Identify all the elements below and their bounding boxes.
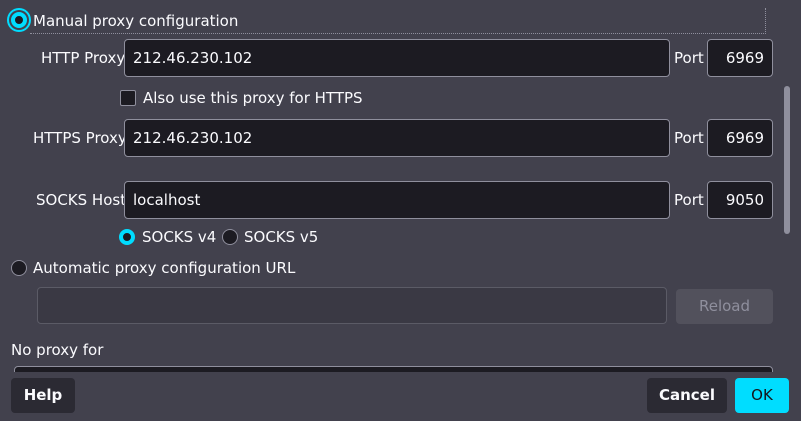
focus-ring <box>30 8 766 34</box>
socks-v5-radio[interactable] <box>222 229 238 245</box>
no-proxy-label: No proxy for <box>11 341 104 359</box>
also-https-label[interactable]: Also use this proxy for HTTPS <box>143 88 363 108</box>
reload-button[interactable]: Reload <box>676 289 773 324</box>
socks-port-label: Port <box>674 191 704 209</box>
http-port-label: Port <box>674 49 704 67</box>
scrollbar-thumb[interactable] <box>784 86 790 234</box>
http-port-input[interactable]: 6969 <box>707 39 773 77</box>
ok-button[interactable]: OK <box>735 378 789 413</box>
auto-proxy-radio[interactable] <box>11 260 27 276</box>
socks-v5-label[interactable]: SOCKS v5 <box>244 227 318 247</box>
cancel-button[interactable]: Cancel <box>647 378 727 413</box>
also-https-checkbox[interactable] <box>120 90 136 106</box>
socks-port-input[interactable]: 9050 <box>707 181 773 219</box>
manual-proxy-radio[interactable] <box>11 12 27 28</box>
socks-v4-label[interactable]: SOCKS v4 <box>142 227 216 247</box>
https-port-label: Port <box>674 129 704 147</box>
auto-proxy-label[interactable]: Automatic proxy configuration URL <box>33 258 295 278</box>
help-button[interactable]: Help <box>11 378 75 413</box>
https-proxy-input[interactable]: 212.46.230.102 <box>124 119 670 157</box>
https-proxy-label: HTTPS Proxy <box>33 129 127 147</box>
auto-proxy-url-input[interactable] <box>37 287 667 324</box>
http-proxy-input[interactable]: 212.46.230.102 <box>124 39 670 77</box>
socks-v4-radio[interactable] <box>119 229 135 245</box>
socks-host-input[interactable]: localhost <box>124 181 670 219</box>
https-port-input[interactable]: 6969 <box>707 119 773 157</box>
http-proxy-label: HTTP Proxy <box>41 49 126 67</box>
socks-host-label: SOCKS Host <box>36 191 127 209</box>
